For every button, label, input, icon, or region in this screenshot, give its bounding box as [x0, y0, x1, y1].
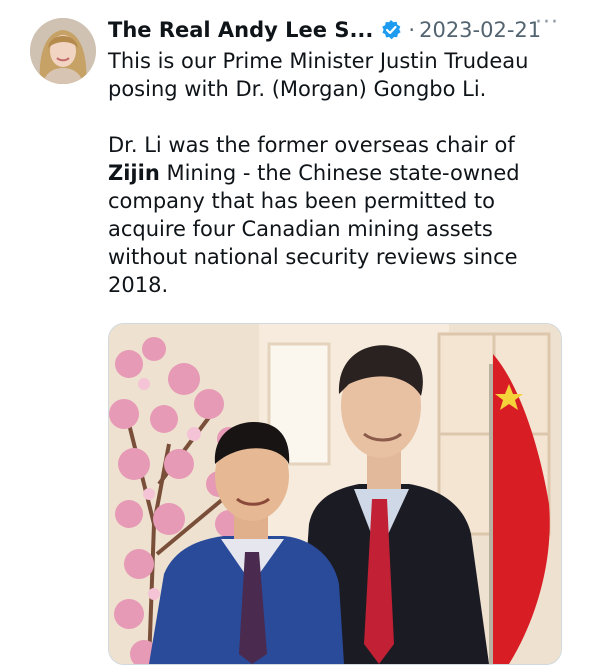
- verified-badge-icon: [380, 19, 402, 41]
- tweet-header: The Real Andy Lee S... · 2023-02-21: [108, 13, 569, 47]
- tweet-text: This is our Prime Minister Justin Trudea…: [108, 47, 568, 299]
- tweet-paragraph-2: Dr. Li was the former overseas chair of …: [108, 131, 568, 299]
- tweet-date[interactable]: 2023-02-21: [419, 18, 541, 42]
- more-options-icon[interactable]: ···: [535, 10, 559, 35]
- tweet-text-segment: Dr. Li was the former overseas chair of: [108, 133, 515, 157]
- tweet[interactable]: The Real Andy Lee S... · 2023-02-21 ··· …: [0, 0, 589, 665]
- tweet-text-segment: Mining - the Chinese state-owned company…: [108, 161, 520, 297]
- author-display-name[interactable]: The Real Andy Lee S...: [108, 18, 373, 42]
- author-avatar[interactable]: [30, 18, 96, 84]
- tweet-text-bold: Zijin: [108, 161, 160, 185]
- header-separator: ·: [408, 18, 416, 42]
- tweet-photo[interactable]: [108, 323, 562, 665]
- tweet-paragraph-1: This is our Prime Minister Justin Trudea…: [108, 49, 529, 101]
